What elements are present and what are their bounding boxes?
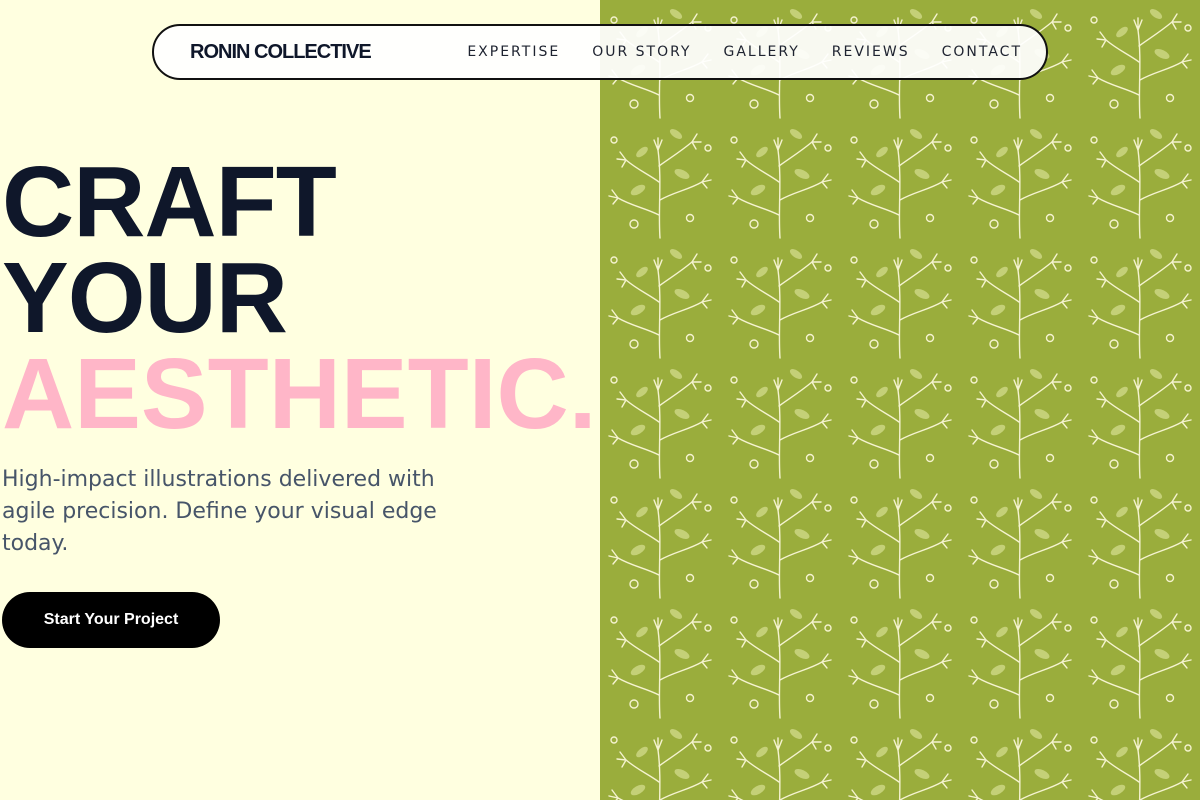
nav-link-our-story[interactable]: OUR STORY — [592, 44, 691, 60]
hero-headline-line-3: AESTHETIC. — [2, 338, 597, 450]
hero-headline-line-2: YOUR — [2, 242, 288, 354]
nav-link-contact[interactable]: CONTACT — [942, 44, 1022, 60]
brand-logo[interactable]: RONIN COLLECTIVE — [190, 41, 372, 64]
start-project-button[interactable]: Start Your Project — [2, 592, 220, 648]
nav-link-expertise[interactable]: EXPERTISE — [467, 44, 560, 60]
nav-link-reviews[interactable]: REVIEWS — [832, 44, 910, 60]
hero-headline-line-1: CRAFT — [2, 146, 337, 258]
nav-links: EXPERTISE OUR STORY GALLERY REVIEWS CONT… — [467, 44, 1022, 60]
hero-subtitle: High-impact illustrations delivered with… — [2, 467, 437, 556]
top-navbar: RONIN COLLECTIVE EXPERTISE OUR STORY GAL… — [152, 24, 1048, 80]
hero-pattern-image — [600, 0, 1200, 800]
nav-link-gallery[interactable]: GALLERY — [723, 44, 799, 60]
